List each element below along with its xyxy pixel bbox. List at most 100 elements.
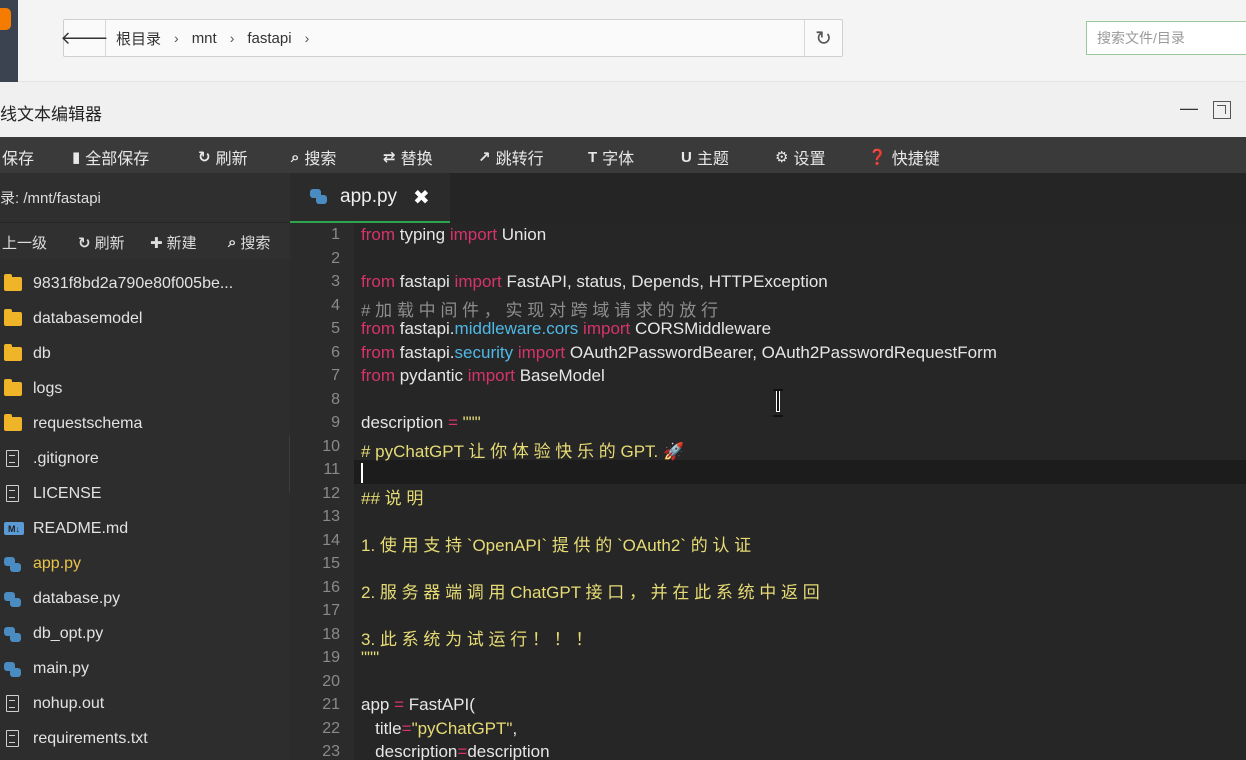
code-line: from pydantic import BaseModel: [361, 366, 605, 385]
chevron-right-icon: ›: [174, 30, 179, 46]
save-button[interactable]: 保存: [2, 145, 34, 169]
editor-toolbar: 保存 ▮ 全部保存 ↻ 刷新 ⌕ 搜索 ⇄ 替换 ↗ 跳转行 T 字体 U 主题 ⚙ 设置 ❓ 快…: [0, 137, 1246, 173]
refresh-button[interactable]: ↻ 刷新: [198, 145, 248, 169]
code-line: 2. 服 务 器 端 调 用 ChatGPT 接 口 ， 并 在 此 系 统 中…: [361, 582, 820, 602]
file-list-item[interactable]: LICENSE: [0, 476, 290, 511]
code-line: """: [361, 648, 380, 667]
settings-button[interactable]: ⚙ 设置: [775, 145, 825, 169]
python-icon: [4, 591, 22, 607]
file-manager-bar: 🡐 根目录 › mnt › fastapi › ↻ 搜索文件/目录: [0, 0, 1246, 82]
file-list-item[interactable]: db: [0, 336, 290, 371]
back-button[interactable]: 🡐: [60, 20, 109, 56]
breadcrumb-item-fastapi[interactable]: fastapi: [247, 30, 291, 47]
plus-icon: ✚: [150, 234, 163, 252]
python-icon: [310, 189, 328, 205]
sidebar-refresh-button[interactable]: ↻ 刷新: [78, 232, 125, 253]
breadcrumb-item-root[interactable]: 根目录: [116, 28, 161, 49]
file-list-item[interactable]: databasemodel: [0, 301, 290, 336]
line-number: 12: [322, 484, 340, 502]
code-line: 3. 此 系 统 为 试 运 行 ！ ！ ！: [361, 629, 593, 649]
line-number: 8: [331, 390, 340, 408]
file-icon: [6, 695, 19, 712]
mouse-ibeam-icon: [772, 389, 784, 417]
new-file-button[interactable]: ✚ 新建: [150, 232, 197, 253]
shortcuts-label: 快捷键: [891, 151, 940, 168]
line-number: 22: [322, 719, 340, 737]
up-level-button[interactable]: 上一级: [2, 232, 47, 253]
goto-line-button[interactable]: ↗ 跳转行: [478, 145, 544, 169]
file-list-item[interactable]: requestschema: [0, 406, 290, 441]
help-icon: ❓: [868, 149, 887, 166]
code-line: from fastapi.security import OAuth2Passw…: [361, 342, 997, 362]
file-icon: [6, 730, 19, 747]
search-icon: ⌕: [228, 234, 237, 251]
file-search-input[interactable]: 搜索文件/目录: [1086, 21, 1246, 55]
code-editor[interactable]: 1 2 3 4 5 6 7 8 9 10 11 12 13 14 15 16 17 18 19 20 21 22 23 fr…: [290, 223, 1246, 760]
search-button[interactable]: ⌕ 搜索: [291, 145, 336, 169]
file-list-item[interactable]: app.py: [0, 546, 290, 581]
code-line: # 加 载 中 间 件 ， 实 现 对 跨 域 请 求 的 放 行: [361, 300, 719, 320]
font-button[interactable]: T 字体: [588, 145, 634, 169]
current-line-highlight: [354, 460, 1246, 484]
replace-icon: ⇄: [383, 149, 396, 166]
breadcrumb: 根目录 › mnt › fastapi ›: [106, 20, 804, 56]
tab-app-py[interactable]: app.py ✖: [290, 173, 450, 223]
breadcrumb-item-mnt[interactable]: mnt: [192, 30, 217, 47]
goto-line-icon: ↗: [478, 149, 491, 166]
code-line: from fastapi import FastAPI, status, Dep…: [361, 272, 828, 291]
line-number: 2: [331, 249, 340, 267]
markdown-icon: M↓: [4, 522, 24, 535]
new-file-label: 新建: [166, 235, 197, 252]
app-badge: [0, 0, 18, 82]
folder-icon: [4, 378, 22, 396]
refresh-icon: ↻: [815, 27, 832, 50]
save-all-button[interactable]: ▮ 全部保存: [72, 145, 149, 169]
code-line: description = """: [361, 413, 481, 432]
theme-button[interactable]: U 主题: [681, 145, 729, 169]
shortcuts-button[interactable]: ❓ 快捷键: [868, 145, 940, 169]
refresh-icon: ↻: [198, 149, 211, 166]
font-icon: T: [588, 148, 598, 166]
close-icon[interactable]: ✖: [413, 185, 430, 210]
file-name: main.py: [33, 659, 90, 677]
line-number: 4: [331, 296, 340, 314]
file-name: requirements.txt: [33, 729, 148, 747]
line-number: 20: [322, 672, 340, 690]
line-number: 23: [322, 743, 340, 760]
sidebar-search-button[interactable]: ⌕ 搜索: [228, 232, 270, 253]
file-list-item[interactable]: main.py: [0, 651, 290, 686]
theme-label: 主题: [696, 151, 729, 168]
editor-window-titlebar: 线文本编辑器 —: [0, 82, 1246, 137]
python-icon: [4, 626, 22, 642]
settings-label: 设置: [793, 151, 826, 168]
search-icon: ⌕: [291, 148, 300, 166]
file-name: LICENSE: [33, 484, 102, 502]
theme-icon: U: [681, 148, 692, 166]
file-list-item[interactable]: logs: [0, 371, 290, 406]
tab-bar: app.py ✖: [290, 173, 1246, 223]
refresh-path-button[interactable]: ↻: [804, 20, 842, 56]
file-name: README.md: [33, 519, 129, 537]
file-name: logs: [33, 379, 63, 397]
line-number: 18: [322, 625, 340, 643]
code-line: app = FastAPI(: [361, 695, 475, 714]
file-list-item[interactable]: requirements.txt: [0, 721, 290, 756]
font-label: 字体: [602, 151, 635, 168]
save-all-icon: ▮: [72, 149, 81, 166]
minimize-button[interactable]: —: [1180, 98, 1198, 119]
tab-label: app.py: [340, 186, 398, 207]
replace-button[interactable]: ⇄ 替换: [383, 145, 433, 169]
folder-icon: [4, 343, 22, 361]
file-name: app.py: [33, 554, 82, 572]
maximize-button[interactable]: [1213, 101, 1231, 119]
file-icon: [6, 450, 19, 467]
line-number-gutter: 1 2 3 4 5 6 7 8 9 10 11 12 13 14 15 16 17 18 19 20 21 22 23: [290, 223, 354, 760]
line-number: 19: [322, 649, 340, 666]
file-list-item[interactable]: 9831f8bd2a790e80f005be...: [0, 266, 290, 301]
file-list-item[interactable]: nohup.out: [0, 686, 290, 721]
file-name: databasemodel: [33, 309, 143, 327]
file-list-item[interactable]: M↓ README.md: [0, 511, 290, 546]
file-list-item[interactable]: db_opt.py: [0, 616, 290, 651]
file-list-item[interactable]: database.py: [0, 581, 290, 616]
file-list-item[interactable]: .gitignore: [0, 441, 290, 476]
